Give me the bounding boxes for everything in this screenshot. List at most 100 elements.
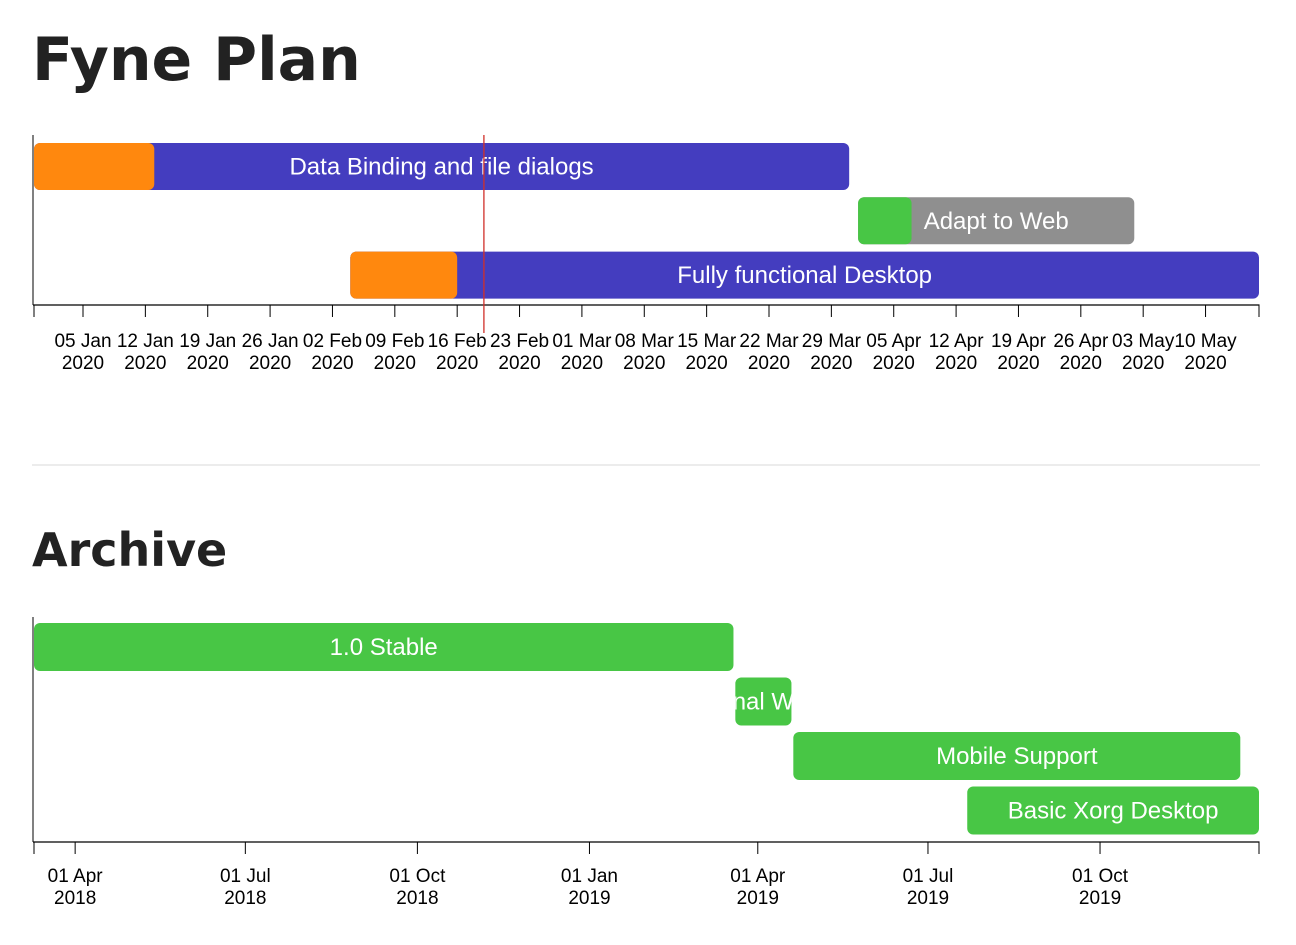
tick-year-label: 2020 [311, 353, 353, 374]
tick-label: 01 Apr [730, 866, 786, 887]
x-tick: 09 Feb2020 [365, 305, 424, 374]
x-tick: 23 Feb2020 [490, 305, 549, 374]
task-label: Adapt to Web [924, 208, 1069, 235]
tick-year-label: 2020 [124, 353, 166, 374]
tick-label: 01 Mar [552, 331, 612, 352]
plan-gantt-chart: Data Binding and file dialogs Adapt to We… [32, 135, 1260, 374]
x-tick: 12 Apr2020 [929, 305, 985, 374]
task-bar-group[interactable]: Basic Xorg Desktop [967, 786, 1259, 835]
tick-label: 15 Mar [677, 331, 737, 352]
x-tick: 08 Mar2020 [615, 305, 675, 374]
tick-label: 09 Feb [365, 331, 424, 352]
x-tick: 01 Jul2019 [903, 842, 954, 909]
x-tick: 01 Jul2018 [220, 842, 271, 909]
tick-year-label: 2019 [737, 888, 779, 909]
page-title: Fyne Plan [32, 25, 361, 95]
archive-gantt-chart: 1.0 Stable nal W Mobile Support Basic Xorg … [32, 617, 1260, 909]
tick-label: 02 Feb [303, 331, 362, 352]
x-tick: 01 Apr2018 [48, 842, 104, 909]
tick-year-label: 2020 [561, 353, 603, 374]
page-canvas: Fyne Plan Archive Data Binding and file … [32, 25, 1260, 909]
x-tick: 01 Oct2018 [389, 842, 446, 909]
tick-year-label: 2020 [498, 353, 540, 374]
x-tick: 05 Jan2020 [54, 305, 112, 374]
tick-year-label: 2020 [62, 353, 104, 374]
tick-label: 01 Apr [48, 866, 104, 887]
task-label: 1.0 Stable [330, 634, 438, 661]
tick-year-label: 2020 [623, 353, 665, 374]
tick-label: 19 Apr [991, 331, 1047, 352]
task-bar-group[interactable]: Adapt to Web [858, 197, 1135, 245]
x-tick: 22 Mar2020 [739, 305, 799, 374]
tick-label: 16 Feb [428, 331, 487, 352]
tick-label: 19 Jan [179, 331, 236, 352]
tick-year-label: 2020 [187, 353, 229, 374]
x-tick: 02 Feb2020 [303, 305, 362, 374]
task-bar-group[interactable]: Mobile Support [793, 732, 1241, 780]
tick-year-label: 2018 [224, 888, 266, 909]
tick-year-label: 2020 [374, 353, 416, 374]
tick-label: 01 Jan [561, 866, 618, 887]
task-bar-group[interactable]: Fully functional Desktop [350, 251, 1260, 299]
tick-label: 12 Jan [117, 331, 174, 352]
tick-year-label: 2020 [1122, 353, 1164, 374]
x-tick: 12 Jan2020 [117, 305, 174, 374]
tick-label: 26 Jan [242, 331, 299, 352]
tick-label: 10 May [1174, 331, 1237, 352]
tick-year-label: 2020 [685, 353, 727, 374]
tick-year-label: 2019 [907, 888, 949, 909]
tick-label: 22 Mar [739, 331, 799, 352]
tick-year-label: 2020 [810, 353, 852, 374]
tick-label: 03 May [1112, 331, 1175, 352]
task-bar-group[interactable]: 1.0 Stable [34, 623, 734, 671]
tick-label: 23 Feb [490, 331, 549, 352]
x-tick: 19 Jan2020 [179, 305, 236, 374]
tick-label: 01 Jul [220, 866, 271, 887]
tick-label: 12 Apr [929, 331, 985, 352]
task-bar-group[interactable]: nal W [733, 677, 795, 726]
task-label: nal W [733, 689, 795, 716]
task-bar-group[interactable]: Data Binding and file dialogs [34, 143, 850, 190]
x-tick: 29 Mar2020 [802, 305, 862, 374]
archive-title: Archive [32, 523, 227, 577]
x-tick: 01 Jan2019 [561, 842, 618, 909]
task-label: Fully functional Desktop [677, 262, 932, 289]
task-progress-bar [858, 197, 912, 245]
tick-label: 01 Oct [389, 866, 446, 887]
x-tick: 16 Feb2020 [428, 305, 487, 374]
tick-year-label: 2020 [436, 353, 478, 374]
tick-label: 08 Mar [615, 331, 675, 352]
tick-year-label: 2018 [54, 888, 96, 909]
tick-year-label: 2020 [1184, 353, 1226, 374]
task-progress-bar [350, 251, 458, 299]
tick-year-label: 2018 [396, 888, 438, 909]
tick-year-label: 2019 [1079, 888, 1121, 909]
x-tick: 10 May2020 [1174, 305, 1237, 374]
task-progress-bar [34, 143, 155, 190]
tick-year-label: 2020 [748, 353, 790, 374]
task-label: Mobile Support [936, 743, 1098, 770]
x-tick: 01 Mar2020 [552, 305, 612, 374]
tick-year-label: 2020 [1060, 353, 1102, 374]
x-tick: 01 Oct2019 [1072, 842, 1129, 909]
tick-label: 05 Apr [866, 331, 922, 352]
tick-label: 05 Jan [54, 331, 111, 352]
tick-label: 01 Jul [903, 866, 954, 887]
x-tick: 05 Apr2020 [866, 305, 922, 374]
task-label: Basic Xorg Desktop [1008, 798, 1219, 825]
tick-year-label: 2020 [873, 353, 915, 374]
x-tick: 15 Mar2020 [677, 305, 737, 374]
tick-label: 01 Oct [1072, 866, 1129, 887]
x-tick: 26 Apr2020 [1053, 305, 1109, 374]
x-tick: 26 Jan2020 [242, 305, 299, 374]
tick-label: 26 Apr [1053, 331, 1109, 352]
tick-year-label: 2020 [935, 353, 977, 374]
x-tick: 01 Apr2019 [730, 842, 786, 909]
x-tick: 03 May2020 [1112, 305, 1175, 374]
tick-year-label: 2020 [997, 353, 1039, 374]
task-label: Data Binding and file dialogs [289, 154, 593, 181]
tick-year-label: 2019 [568, 888, 610, 909]
tick-year-label: 2020 [249, 353, 291, 374]
tick-label: 29 Mar [802, 331, 862, 352]
x-tick: 19 Apr2020 [991, 305, 1047, 374]
